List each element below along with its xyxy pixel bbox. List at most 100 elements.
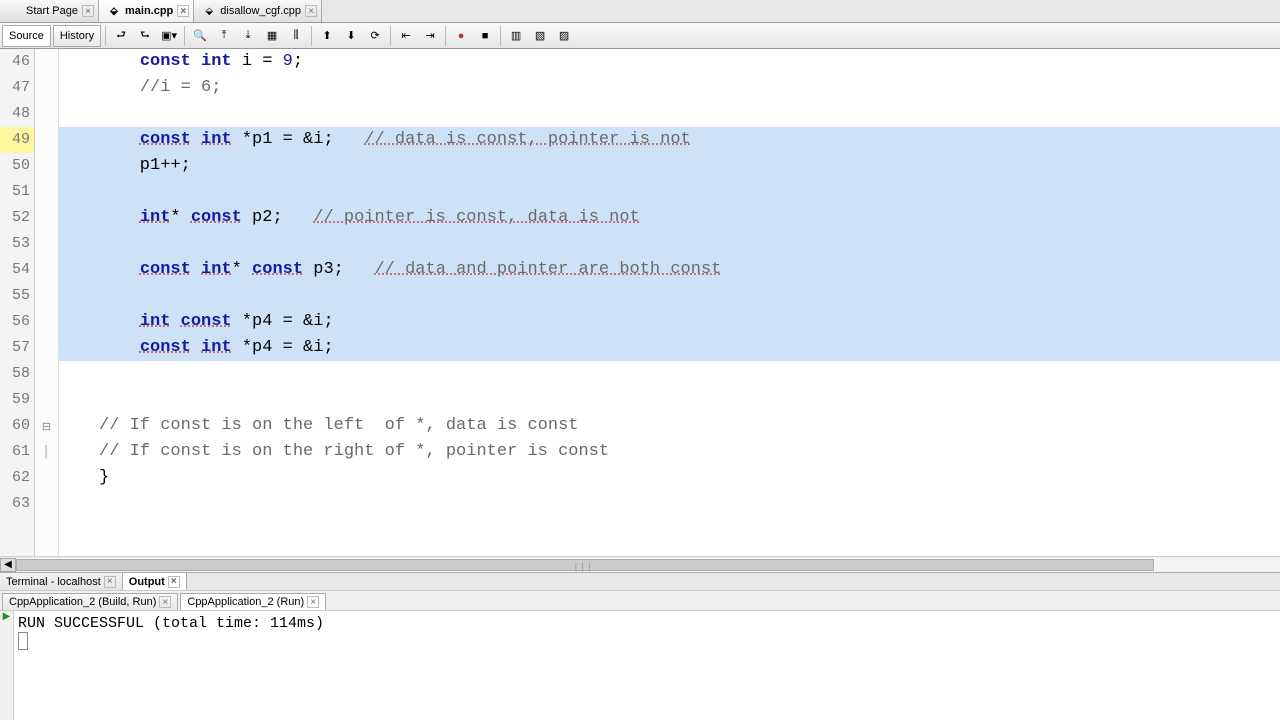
validate-icon[interactable]: ▧ <box>529 25 551 47</box>
nav-down-icon[interactable]: ⬇ <box>340 25 362 47</box>
fold-marker[interactable] <box>35 465 58 491</box>
line-number: 52 <box>0 205 34 231</box>
close-icon[interactable]: × <box>305 5 317 17</box>
fold-marker[interactable] <box>35 361 58 387</box>
horizontal-scrollbar[interactable]: ◀ ┆┆┆ <box>0 556 1280 572</box>
fold-marker[interactable] <box>35 231 58 257</box>
line-number: 54 <box>0 257 34 283</box>
separator <box>390 26 391 46</box>
dropdown-icon[interactable]: ▣▾ <box>158 25 180 47</box>
code-line[interactable]: const int *p4 = &i; <box>59 335 1280 361</box>
find-next-icon[interactable]: ⤓ <box>237 25 259 47</box>
nav-next-icon[interactable]: ⮑ <box>134 25 156 47</box>
panel-tab[interactable]: Output× <box>123 573 187 590</box>
fold-marker[interactable]: │ <box>35 439 58 465</box>
code-line[interactable]: } <box>59 465 1280 491</box>
code-editor[interactable]: 464748495051525354555657585960616263 ⊟│ … <box>0 49 1280 556</box>
shift-left-icon[interactable]: ⇤ <box>395 25 417 47</box>
fold-marker[interactable] <box>35 179 58 205</box>
close-icon[interactable]: × <box>104 576 116 588</box>
close-icon[interactable]: × <box>177 5 189 17</box>
line-number: 61 <box>0 439 34 465</box>
fold-marker[interactable] <box>35 491 58 517</box>
output-tab[interactable]: CppApplication_2 (Run)× <box>180 593 326 610</box>
rerun-icon[interactable]: ▶ <box>0 611 13 627</box>
fold-marker[interactable] <box>35 257 58 283</box>
toggle-icon[interactable]: ⫼ <box>285 25 307 47</box>
file-tab[interactable]: ⬙disallow_cgf.cpp× <box>194 0 322 22</box>
code-line[interactable]: const int i = 9; <box>59 49 1280 75</box>
fold-marker[interactable] <box>35 127 58 153</box>
separator <box>184 26 185 46</box>
scroll-thumb[interactable]: ┆┆┆ <box>16 559 1154 571</box>
editor-toolbar: Source History ⮐ ⮑ ▣▾ 🔍 ⤒ ⤓ ▦ ⫼ ⬆ ⬇ ⟳ ⇤ … <box>0 23 1280 49</box>
record-icon[interactable]: ● <box>450 25 472 47</box>
panel-tab[interactable]: Terminal - localhost× <box>0 573 123 590</box>
fold-marker[interactable]: ⊟ <box>35 413 58 439</box>
fold-marker[interactable] <box>35 387 58 413</box>
code-line[interactable] <box>59 387 1280 413</box>
compile-icon[interactable]: ▥ <box>505 25 527 47</box>
line-number: 56 <box>0 309 34 335</box>
code-line[interactable]: p1++; <box>59 153 1280 179</box>
find-prev-icon[interactable]: ⤒ <box>213 25 235 47</box>
code-line[interactable] <box>59 101 1280 127</box>
code-line[interactable]: const int *p1 = &i; // data is const, po… <box>59 127 1280 153</box>
output-text[interactable]: RUN SUCCESSFUL (total time: 114ms) <box>14 611 1280 720</box>
history-button[interactable]: History <box>53 25 101 47</box>
code-line[interactable] <box>59 179 1280 205</box>
line-number-gutter: 464748495051525354555657585960616263 <box>0 49 35 556</box>
output-gutter: ▶ <box>0 611 14 720</box>
code-line[interactable] <box>59 283 1280 309</box>
line-number: 60 <box>0 413 34 439</box>
source-button[interactable]: Source <box>2 25 51 47</box>
scroll-track[interactable]: ┆┆┆ <box>16 558 1280 572</box>
fold-marker[interactable] <box>35 335 58 361</box>
fold-marker[interactable] <box>35 75 58 101</box>
separator <box>500 26 501 46</box>
fold-marker[interactable] <box>35 153 58 179</box>
code-line[interactable]: //i = 6; <box>59 75 1280 101</box>
fold-marker[interactable] <box>35 309 58 335</box>
code-line[interactable] <box>59 491 1280 517</box>
bookmark-icon[interactable]: ⟳ <box>364 25 386 47</box>
bottom-panel-tabs: Terminal - localhost×Output× <box>0 572 1280 590</box>
highlight-icon[interactable]: ▦ <box>261 25 283 47</box>
separator <box>311 26 312 46</box>
fold-marker[interactable] <box>35 101 58 127</box>
line-number: 62 <box>0 465 34 491</box>
code-line[interactable]: // If const is on the right of *, pointe… <box>59 439 1280 465</box>
line-number: 47 <box>0 75 34 101</box>
grip-icon: ┆┆┆ <box>573 563 593 572</box>
stop-icon[interactable]: ■ <box>474 25 496 47</box>
code-line[interactable] <box>59 361 1280 387</box>
fold-column[interactable]: ⊟│ <box>35 49 59 556</box>
file-tab[interactable]: Start Page × <box>0 0 99 22</box>
code-line[interactable]: // If const is on the left of *, data is… <box>59 413 1280 439</box>
scroll-left-icon[interactable]: ◀ <box>0 558 16 572</box>
output-tab[interactable]: CppApplication_2 (Build, Run)× <box>2 593 178 610</box>
line-number: 59 <box>0 387 34 413</box>
nav-prev-icon[interactable]: ⮐ <box>110 25 132 47</box>
fold-marker[interactable] <box>35 283 58 309</box>
file-tab[interactable]: ⬙main.cpp× <box>99 0 194 22</box>
fold-marker[interactable] <box>35 49 58 75</box>
close-icon[interactable]: × <box>307 596 319 608</box>
code-line[interactable]: int* const p2; // pointer is const, data… <box>59 205 1280 231</box>
code-line[interactable]: int const *p4 = &i; <box>59 309 1280 335</box>
find-icon[interactable]: 🔍 <box>189 25 211 47</box>
fold-marker[interactable] <box>35 205 58 231</box>
output-tab-label: CppApplication_2 (Run) <box>187 596 304 608</box>
code-line[interactable]: const int* const p3; // data and pointer… <box>59 257 1280 283</box>
code-area[interactable]: const int i = 9; //i = 6; const int *p1 … <box>59 49 1280 556</box>
close-icon[interactable]: × <box>82 5 94 17</box>
shift-right-icon[interactable]: ⇥ <box>419 25 441 47</box>
terminal-cursor <box>18 632 28 650</box>
macro-icon[interactable]: ▨ <box>553 25 575 47</box>
tab-label: main.cpp <box>125 5 173 17</box>
code-line[interactable] <box>59 231 1280 257</box>
tab-label: Start Page <box>26 5 78 17</box>
close-icon[interactable]: × <box>168 576 180 588</box>
close-icon[interactable]: × <box>159 596 171 608</box>
nav-up-icon[interactable]: ⬆ <box>316 25 338 47</box>
